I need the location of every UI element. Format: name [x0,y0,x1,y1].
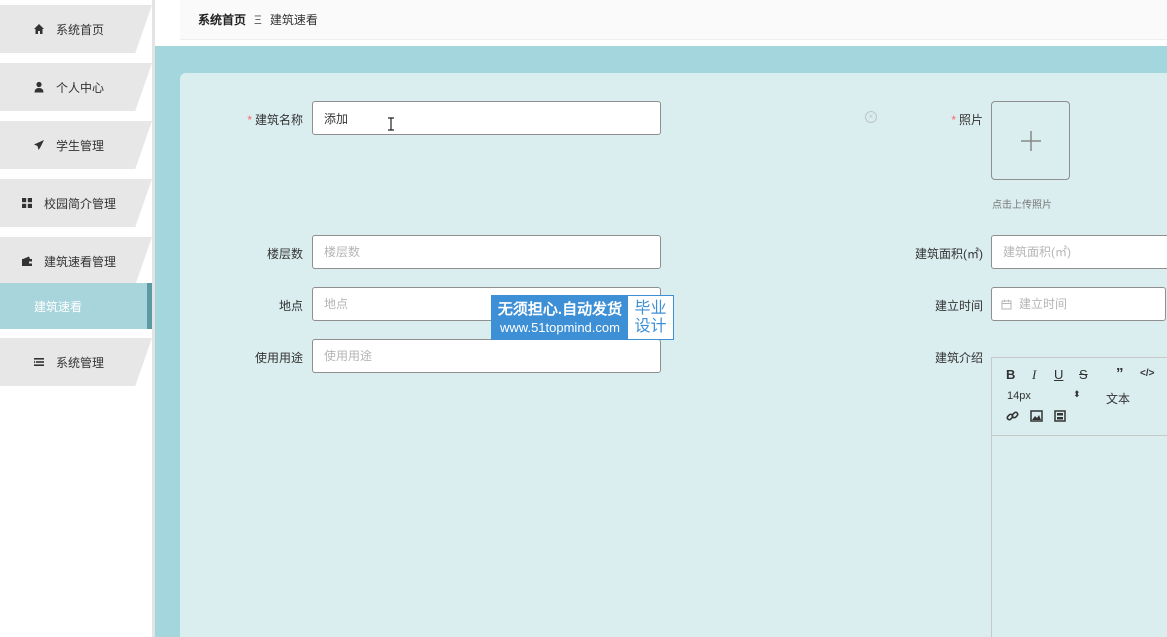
calendar-icon [1001,299,1012,309]
text-style-select[interactable]: 文本 [1106,390,1130,407]
paper-plane-icon [32,138,46,152]
name-label: * 建筑名称 [247,113,303,127]
menu-item-label: 学生管理 [56,138,105,153]
wallet-icon [20,254,34,268]
built-time-label: 建立时间 [934,299,983,313]
menu-item-building-management[interactable]: 建筑速看管理 [0,237,152,285]
strikethrough-icon[interactable]: S [1079,367,1088,382]
code-icon[interactable]: </> [1140,368,1154,379]
plus-icon [1020,130,1041,151]
usage-field[interactable] [324,349,660,363]
breadcrumb-current: 建筑速看 [269,13,318,27]
floors-field[interactable] [324,245,660,259]
built-time-field[interactable] [1019,297,1165,311]
menu-item-label: 个人中心 [56,80,105,95]
grid-icon [20,196,34,210]
watermark-badge: 无须担心.自动发货 www.51topmind.com 毕业 设计 [491,295,674,340]
watermark-text-2: 设计 [634,317,667,335]
photo-upload-button[interactable] [991,101,1070,180]
watermark-left: 无须担心.自动发货 www.51topmind.com [492,296,628,339]
usage-label: 使用用途 [254,351,303,365]
location-label: 地点 [278,299,303,313]
building-name-field[interactable] [324,111,660,125]
building-name-input[interactable] [312,101,661,135]
submenu-item-label: 建筑速看 [34,299,83,314]
area-field[interactable] [1003,245,1167,259]
menu-item-system-management[interactable]: 系统管理 [0,338,152,386]
image-icon[interactable] [1030,410,1043,425]
bold-icon[interactable]: B [1006,367,1015,382]
text-cursor-icon [388,117,394,131]
menu-item-label: 建筑速看管理 [44,254,117,269]
required-mark: * [247,113,252,127]
watermark-slogan: 无须担心.自动发货 [497,300,623,318]
home-icon [32,22,46,36]
required-mark: * [951,113,956,127]
watermark-right: 毕业 设计 [628,296,673,339]
menu-item-label: 系统首页 [56,22,105,37]
video-icon[interactable] [1054,410,1066,425]
breadcrumb-home[interactable]: 系统首页 [198,11,246,28]
sidebar: 系统首页 个人中心 学生管理 校园简介管理 建筑速看管理 建筑速看 系统管理 [0,0,155,637]
menu-item-label: 校园简介管理 [44,196,117,211]
area-label: 建筑面积(㎡) [915,247,983,261]
intro-label: 建筑介绍 [934,351,983,365]
upload-hint: 点击上传照片 [992,200,1052,211]
list-icon [32,355,46,369]
floors-label: 楼层数 [266,247,303,261]
rich-text-editor: B I U S ” </> 14px ⬍ 文本 [991,357,1167,637]
user-icon [32,80,46,94]
watermark-url: www.51topmind.com [500,319,620,335]
photo-label: * 照片 [951,113,983,127]
clear-icon[interactable]: × [865,111,877,123]
watermark-text-1: 毕业 [634,299,667,317]
editor-toolbar: B I U S ” </> 14px ⬍ 文本 [992,358,1167,436]
menu-item-personal-center[interactable]: 个人中心 [0,63,152,111]
menu-item-home[interactable]: 系统首页 [0,5,152,53]
menu-item-student-management[interactable]: 学生管理 [0,121,152,169]
font-size-select[interactable]: 14px [1007,390,1031,402]
floors-input[interactable] [312,235,661,269]
breadcrumb: 系统首页 Ξ 建筑速看 [180,0,1167,40]
italic-icon[interactable]: I [1032,367,1036,383]
menu-item-campus-intro[interactable]: 校园简介管理 [0,179,152,227]
font-size-chevron-icon[interactable]: ⬍ [1073,389,1081,400]
usage-input[interactable] [312,339,661,373]
submenu-item-building-quickview[interactable]: 建筑速看 [0,283,152,329]
built-time-picker[interactable] [991,287,1166,321]
breadcrumb-separator: Ξ [254,12,262,27]
area-input[interactable] [991,235,1167,269]
menu-item-label: 系统管理 [56,355,105,370]
underline-icon[interactable]: U [1054,367,1063,382]
quote-icon[interactable]: ” [1116,365,1124,382]
link-icon[interactable] [1006,410,1019,426]
